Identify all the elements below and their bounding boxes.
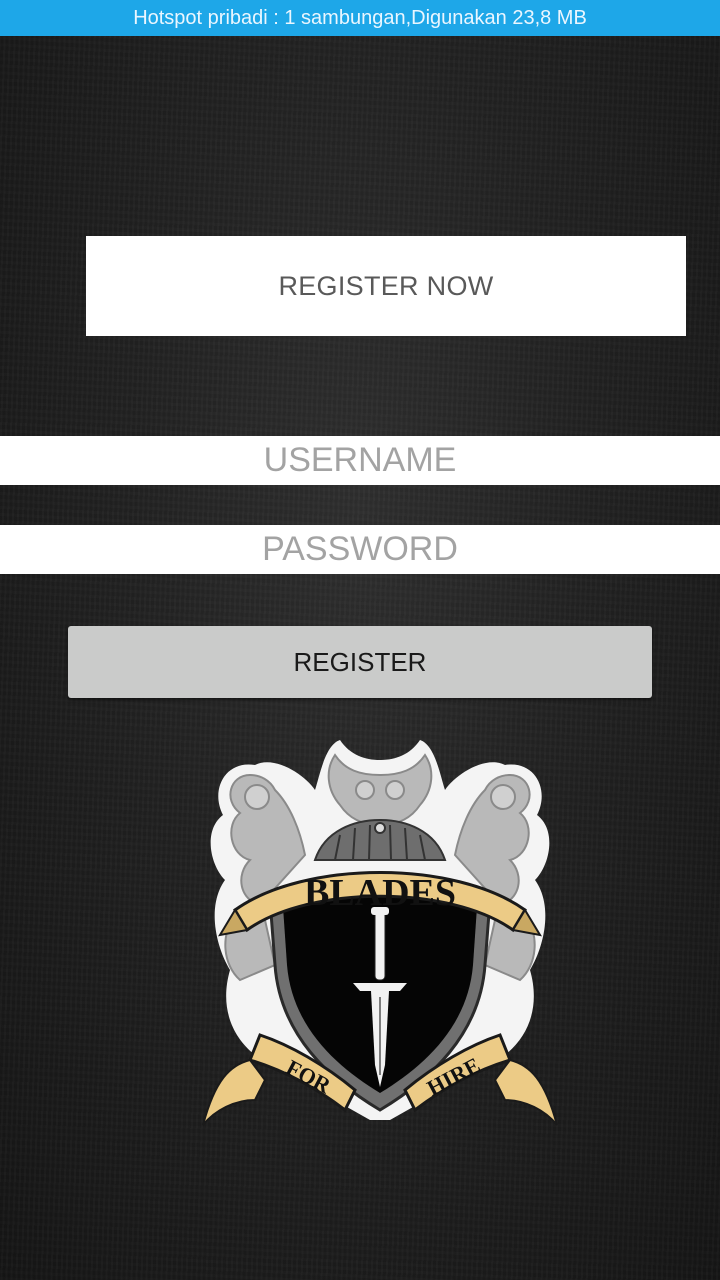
blades-for-hire-logo: BLADES FOR HIRE — [202, 740, 558, 1126]
register-now-label: REGISTER NOW — [278, 270, 494, 301]
username-input[interactable] — [0, 436, 720, 485]
status-bar-text: Hotspot pribadi : 1 sambungan,Digunakan … — [133, 7, 587, 29]
register-button-label: REGISTER — [293, 646, 427, 677]
status-bar: Hotspot pribadi : 1 sambungan,Digunakan … — [0, 0, 720, 36]
password-input[interactable] — [0, 525, 720, 574]
register-now-button[interactable]: REGISTER NOW — [86, 236, 686, 336]
logo-text-blades: BLADES — [304, 872, 456, 914]
register-button[interactable]: REGISTER — [68, 626, 652, 698]
